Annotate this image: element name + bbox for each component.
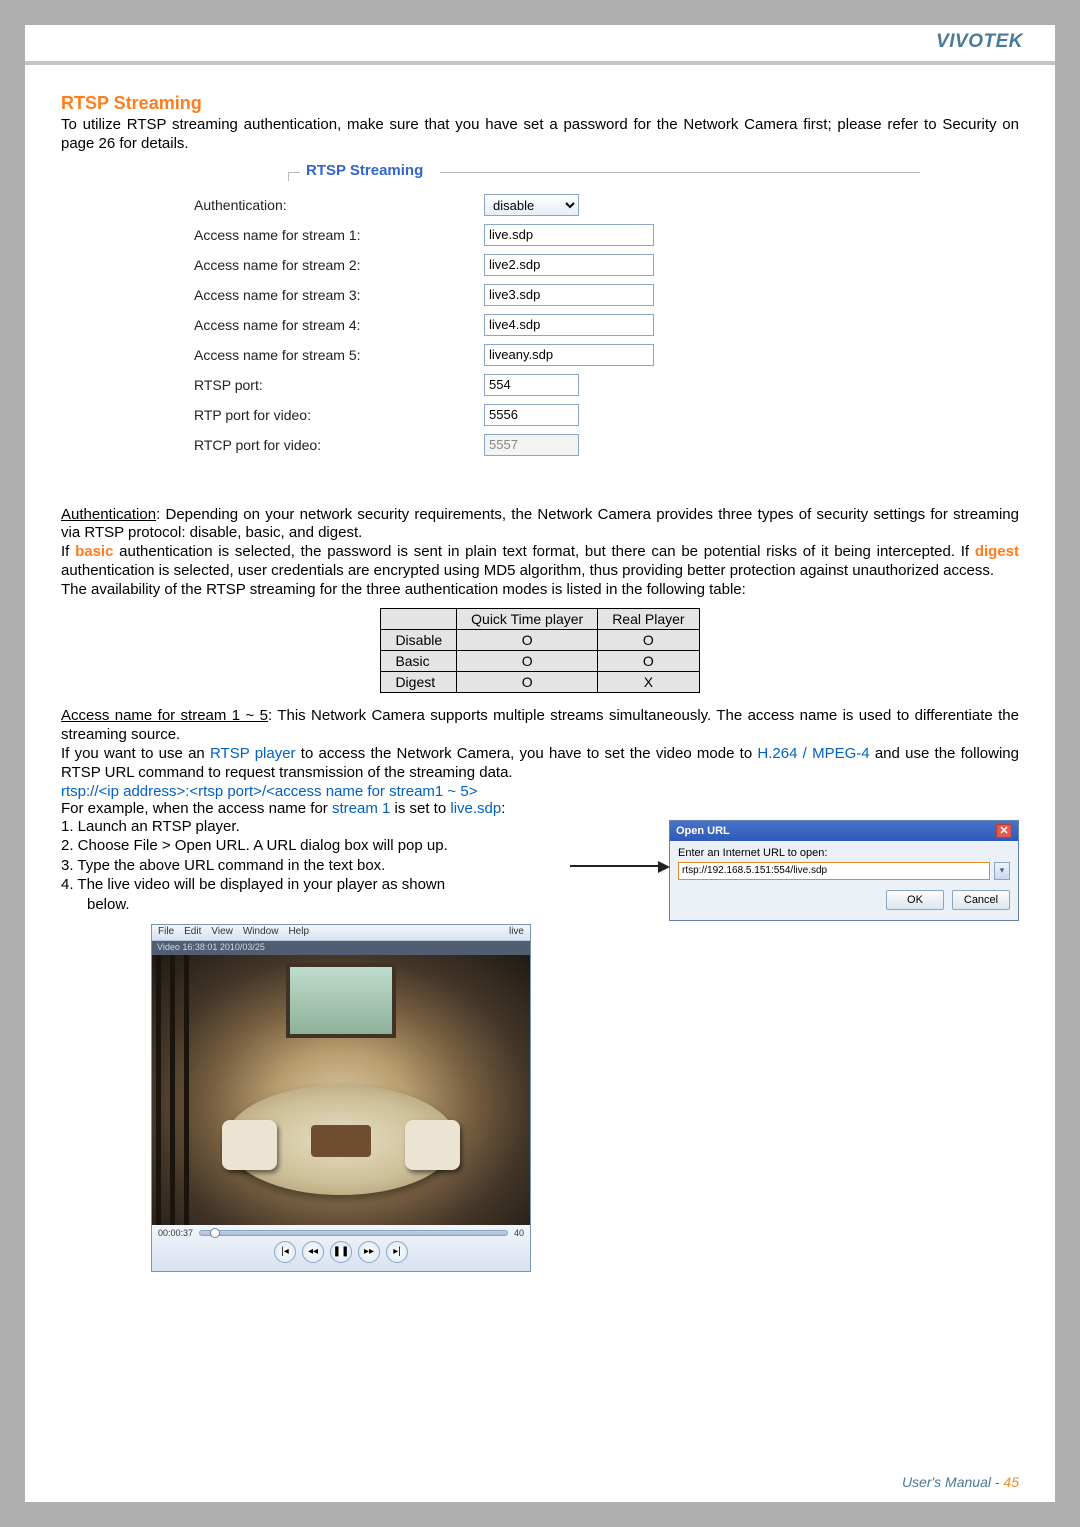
row-disable: Disable [381, 629, 457, 650]
auth-paragraph-3: The availability of the RTSP streaming f… [61, 581, 1019, 600]
menu-window[interactable]: Window [243, 926, 279, 939]
menu-edit[interactable]: Edit [184, 926, 201, 939]
arrow-icon [658, 861, 670, 873]
close-icon[interactable]: ✕ [996, 824, 1012, 838]
stream4-label: Access name for stream 4: [194, 317, 484, 333]
example-line: For example, when the access name for st… [61, 800, 1019, 817]
stream1-label: Access name for stream 1: [194, 227, 484, 243]
video-player: File Edit View Window Help live Video 16… [151, 924, 531, 1272]
row-basic: Basic [381, 650, 457, 671]
access-paragraph: Access name for stream 1 ~ 5: This Netwo… [61, 707, 1019, 745]
rtsp-url-template: rtsp://<ip address>:<rtsp port>/<access … [61, 783, 1019, 800]
rtpport-label: RTP port for video: [194, 407, 484, 423]
step-2: 2. Choose File > Open URL. A URL dialog … [61, 836, 657, 856]
stream2-input[interactable] [484, 254, 654, 276]
intro-text: To utilize RTSP streaming authentication… [61, 116, 1019, 154]
step-4b: below. [87, 895, 657, 915]
rtspport-input[interactable] [484, 374, 579, 396]
stream3-input[interactable] [484, 284, 654, 306]
auth-label: Authentication: [194, 197, 484, 213]
dialog-label: Enter an Internet URL to open: [678, 847, 1010, 859]
auth-paragraph-2: If basic authentication is selected, the… [61, 543, 1019, 581]
menu-view[interactable]: View [211, 926, 233, 939]
row-digest: Digest [381, 671, 457, 692]
step-3: 3. Type the above URL command in the tex… [61, 856, 657, 876]
ok-button[interactable]: OK [886, 890, 944, 910]
stream1-input[interactable] [484, 224, 654, 246]
url-input[interactable] [678, 862, 990, 880]
rtpport-input[interactable] [484, 404, 579, 426]
header-rule [25, 61, 1055, 65]
compat-table: Quick Time player Real Player Disable O … [380, 608, 699, 693]
player-title: live [509, 926, 524, 939]
rtsp-settings-panel: RTSP Streaming Authentication: disable A… [160, 164, 920, 484]
auth-paragraph: Authentication: Depending on your networ… [61, 506, 1019, 544]
player-timestamp: Video 16:38:01 2010/03/25 [152, 941, 530, 955]
seek-slider[interactable] [199, 1230, 508, 1236]
rtcpport-input [484, 434, 579, 456]
stream2-label: Access name for stream 2: [194, 257, 484, 273]
dialog-titlebar: Open URL ✕ [670, 821, 1018, 841]
play-pause-icon[interactable]: ❚❚ [330, 1241, 352, 1263]
cancel-button[interactable]: Cancel [952, 890, 1010, 910]
skip-end-icon[interactable]: ▸| [386, 1241, 408, 1263]
connector-line [570, 865, 660, 867]
brand-header: VIVOTEK [25, 25, 1055, 59]
rtspport-label: RTSP port: [194, 377, 484, 393]
time-pos: 00:00:37 [158, 1228, 193, 1238]
stream5-input[interactable] [484, 344, 654, 366]
rtsp-player-paragraph: If you want to use an RTSP player to acc… [61, 745, 1019, 783]
stream4-input[interactable] [484, 314, 654, 336]
auth-select[interactable]: disable [484, 194, 579, 216]
stream5-label: Access name for stream 5: [194, 347, 484, 363]
forward-icon[interactable]: ▸▸ [358, 1241, 380, 1263]
rewind-icon[interactable]: ◂◂ [302, 1241, 324, 1263]
stream3-label: Access name for stream 3: [194, 287, 484, 303]
dropdown-icon[interactable]: ▾ [994, 862, 1010, 880]
col-quicktime: Quick Time player [457, 608, 598, 629]
skip-start-icon[interactable]: |◂ [274, 1241, 296, 1263]
menu-help[interactable]: Help [288, 926, 309, 939]
section-title: RTSP Streaming [61, 93, 1019, 114]
page-footer: User's Manual - 45 [902, 1474, 1019, 1490]
dialog-title-text: Open URL [676, 825, 730, 837]
step-1: 1. Launch an RTSP player. [61, 817, 657, 837]
video-frame [152, 955, 530, 1225]
panel-legend: RTSP Streaming [300, 162, 429, 179]
menu-file[interactable]: File [158, 926, 174, 939]
open-url-dialog: Open URL ✕ Enter an Internet URL to open… [669, 820, 1019, 921]
player-menubar: File Edit View Window Help live [152, 925, 530, 941]
rtcpport-label: RTCP port for video: [194, 437, 484, 453]
volume-value: 40 [514, 1228, 524, 1238]
col-realplayer: Real Player [598, 608, 699, 629]
step-4a: 4. The live video will be displayed in y… [61, 875, 657, 895]
